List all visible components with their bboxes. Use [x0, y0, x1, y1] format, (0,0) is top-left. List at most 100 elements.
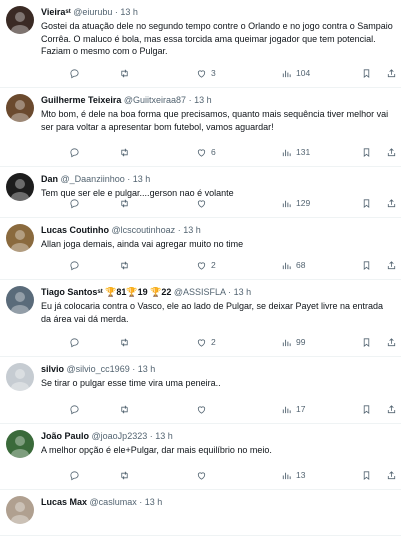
share-button[interactable]	[386, 468, 397, 482]
user-handle[interactable]: @lcscoutinhoaz	[112, 225, 176, 235]
share-button[interactable]	[386, 258, 397, 272]
avatar[interactable]	[6, 224, 34, 252]
bookmark-icon	[363, 198, 370, 208]
bookmark-button[interactable]	[361, 335, 372, 349]
timeline: Vieiraˢᵗ @eiurubu · 13 h Gostei da atuaç…	[0, 0, 401, 536]
view-count: 131	[296, 147, 311, 157]
like-button[interactable]	[196, 468, 211, 482]
display-name[interactable]: Dan	[41, 174, 58, 184]
retweet-button[interactable]	[119, 258, 134, 272]
share-button[interactable]	[386, 145, 397, 159]
avatar[interactable]	[6, 363, 34, 391]
user-handle[interactable]: @eiurubu	[73, 7, 112, 17]
retweet-icon	[121, 338, 128, 346]
tweet-time[interactable]: 13 h	[194, 95, 212, 105]
bookmark-icon	[363, 68, 370, 78]
tweet[interactable]: silvio @silvio_cc1969 · 13 h Se tirar o …	[0, 357, 401, 424]
user-handle[interactable]: @caslumax	[90, 497, 137, 507]
like-button[interactable]: 6	[196, 145, 216, 159]
avatar-image	[6, 430, 34, 458]
views-button[interactable]: 68	[281, 258, 305, 272]
avatar-image	[6, 286, 34, 314]
tweet-time[interactable]: 13 h	[120, 7, 138, 17]
retweet-button[interactable]	[119, 196, 134, 210]
reply-icon	[70, 198, 79, 208]
views-button[interactable]: 131	[281, 145, 310, 159]
user-handle[interactable]: @_Daanziinhoo	[61, 174, 125, 184]
bookmark-button[interactable]	[361, 145, 372, 159]
reply-button[interactable]	[69, 66, 84, 80]
share-button[interactable]	[386, 196, 397, 210]
tweet[interactable]: Vieiraˢᵗ @eiurubu · 13 h Gostei da atuaç…	[0, 0, 401, 88]
avatar[interactable]	[6, 286, 34, 314]
avatar[interactable]	[6, 94, 34, 122]
retweet-button[interactable]	[119, 145, 134, 159]
bookmark-button[interactable]	[361, 66, 372, 80]
views-button[interactable]: 17	[281, 402, 305, 416]
share-button[interactable]	[386, 335, 397, 349]
view-count: 13	[296, 470, 306, 480]
display-name[interactable]: Tiago Santos	[41, 287, 97, 297]
retweet-icon	[121, 405, 128, 413]
reply-button[interactable]	[69, 145, 84, 159]
tweet[interactable]: Dan @_Daanziinhoo · 13 h Tem que ser ele…	[0, 167, 401, 218]
tweet[interactable]: Lucas Coutinho @lcscoutinhoaz · 13 h All…	[0, 218, 401, 280]
user-handle[interactable]: @Guiitxeiraa87	[124, 95, 186, 105]
user-handle[interactable]: @joaoJp2323	[92, 431, 148, 441]
views-button[interactable]: 99	[281, 335, 305, 349]
display-name[interactable]: silvio	[41, 364, 64, 374]
retweet-icon	[121, 69, 128, 77]
tweet-time[interactable]: 13 h	[133, 174, 151, 184]
tweet[interactable]: Lucas Max @caslumax · 13 h	[0, 490, 401, 536]
views-button[interactable]: 104	[281, 66, 310, 80]
views-button[interactable]: 13	[281, 468, 305, 482]
user-handle[interactable]: @ASSISFLA	[174, 287, 226, 297]
display-name[interactable]: Vieira	[41, 7, 65, 17]
retweet-button[interactable]	[119, 66, 134, 80]
retweet-button[interactable]	[119, 402, 134, 416]
bookmark-button[interactable]	[361, 258, 372, 272]
views-icon	[282, 149, 291, 156]
like-button[interactable]: 3	[196, 66, 216, 80]
bookmark-button[interactable]	[361, 196, 372, 210]
like-button[interactable]: 2	[196, 335, 216, 349]
retweet-button[interactable]	[119, 468, 134, 482]
name-suffix: ˢᵗ 🏆81🏆19 🏆22	[97, 287, 172, 297]
tweet-time[interactable]: 13 h	[234, 287, 252, 297]
avatar[interactable]	[6, 173, 34, 201]
like-button[interactable]	[196, 196, 211, 210]
views-button[interactable]: 129	[281, 196, 310, 210]
share-button[interactable]	[386, 66, 397, 80]
user-handle[interactable]: @silvio_cc1969	[67, 364, 130, 374]
reply-button[interactable]	[69, 258, 84, 272]
reply-button[interactable]	[69, 402, 84, 416]
reply-icon	[70, 337, 79, 347]
reply-button[interactable]	[69, 335, 84, 349]
share-button[interactable]	[386, 402, 397, 416]
like-button[interactable]	[196, 402, 211, 416]
like-count: 3	[211, 68, 216, 78]
view-count: 68	[296, 260, 306, 270]
display-name[interactable]: Lucas Coutinho	[41, 225, 109, 235]
tweet[interactable]: Guilherme Teixeira @Guiitxeiraa87 · 13 h…	[0, 88, 401, 167]
like-button[interactable]: 2	[196, 258, 216, 272]
display-name[interactable]: Guilherme Teixeira	[41, 95, 121, 105]
reply-button[interactable]	[69, 468, 84, 482]
avatar[interactable]	[6, 496, 34, 524]
avatar[interactable]	[6, 6, 34, 34]
tweet-time[interactable]: 13 h	[183, 225, 201, 235]
tweet-header: Guilherme Teixeira @Guiitxeiraa87 · 13 h	[41, 94, 395, 106]
tweet[interactable]: Tiago Santosˢᵗ 🏆81🏆19 🏆22 @ASSISFLA · 13…	[0, 280, 401, 357]
avatar[interactable]	[6, 430, 34, 458]
tweet-time[interactable]: 13 h	[145, 497, 163, 507]
tweet-time[interactable]: 13 h	[138, 364, 156, 374]
tweet[interactable]: João Paulo @joaoJp2323 · 13 h A melhor o…	[0, 424, 401, 490]
display-name[interactable]: João Paulo	[41, 431, 89, 441]
bookmark-button[interactable]	[361, 468, 372, 482]
display-name[interactable]: Lucas Max	[41, 497, 87, 507]
retweet-button[interactable]	[119, 335, 134, 349]
bookmark-button[interactable]	[361, 402, 372, 416]
tweet-time[interactable]: 13 h	[155, 431, 173, 441]
bookmark-icon	[363, 337, 370, 347]
reply-button[interactable]	[69, 196, 84, 210]
